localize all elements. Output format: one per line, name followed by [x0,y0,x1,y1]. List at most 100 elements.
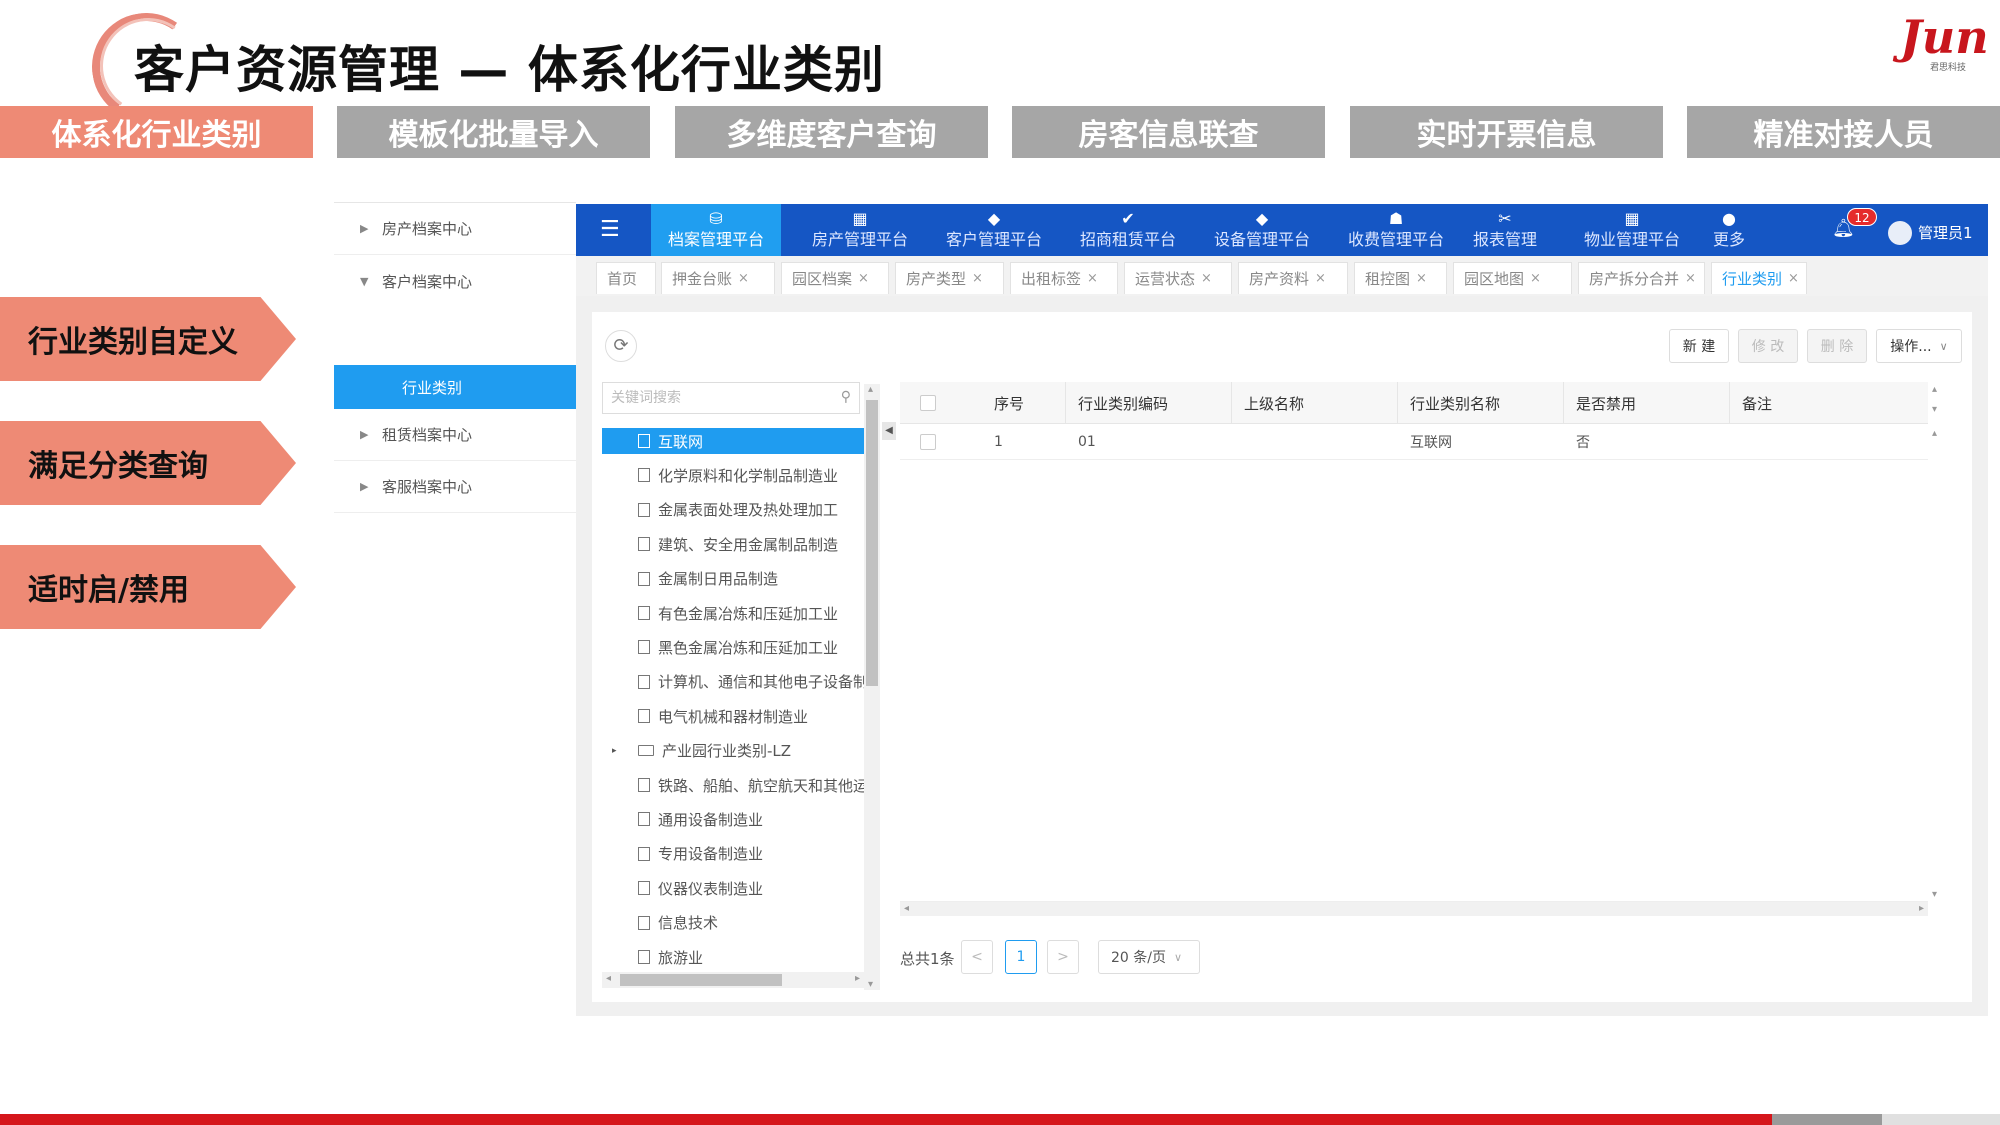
scroll-right-icon[interactable]: ▸ [1919,903,1924,914]
new-button[interactable]: 新 建 [1669,329,1729,363]
nav-item-9[interactable]: ● 更多 [1706,204,1752,256]
close-icon[interactable]: × [1315,271,1326,286]
nav-item-4[interactable]: ✔ 招商租赁平台 [1068,204,1188,256]
tree-scroll-thumb[interactable] [866,400,878,686]
page-size-select[interactable]: 20 条/页 ∨ [1098,940,1200,974]
nav-item-6[interactable]: ☗ 收费管理平台 [1336,204,1456,256]
operations-dropdown[interactable]: 操作... ∨ [1876,329,1962,363]
close-icon[interactable]: × [1788,271,1799,286]
column-header[interactable]: 行业类别名称 [1398,382,1564,424]
tree-node-label: 计算机、通信和其他电子设备制造业 [658,673,864,692]
avatar[interactable] [1888,221,1912,245]
nav-item-label: 物业管理平台 [1583,230,1680,249]
nav-item-1[interactable]: ⛁ 档案管理平台 [651,204,781,256]
scroll-left-icon[interactable]: ◂ [904,903,909,914]
scroll-down-icon[interactable]: ▾ [868,979,873,990]
column-header[interactable]: 上级名称 [1232,382,1398,424]
delete-button[interactable]: 删 除 [1807,329,1867,363]
collapse-tree-icon[interactable]: ◀ [882,422,896,440]
scroll-right-icon[interactable]: ▸ [855,973,860,984]
tree-node[interactable]: 化学原料和化学制品制造业 [602,462,864,488]
close-icon[interactable]: × [972,271,983,286]
company-logo: Jun [1900,10,1989,64]
tree-horizontal-scroll-thumb[interactable] [620,974,782,986]
sidebar-item-industry-category[interactable]: 行业类别 [334,365,576,409]
tree-node[interactable]: 建筑、安全用金属制品制造 [602,531,864,557]
page-tab-2[interactable]: 押金台账 × [661,262,775,294]
tree-node[interactable]: 黑色金属冶炼和压延加工业 [602,634,864,660]
close-icon[interactable]: × [1685,271,1696,286]
column-header[interactable]: 行业类别编码 [1066,382,1232,424]
close-icon[interactable]: × [1416,271,1427,286]
tree-node[interactable]: 金属表面处理及热处理加工 [602,497,864,523]
file-icon [638,434,650,448]
select-all-checkbox[interactable] [920,395,936,411]
scroll-up-icon[interactable]: ▴ [1932,428,1937,439]
page-tab-10[interactable]: 房产拆分合并 × [1578,262,1705,294]
tree-search-input[interactable] [611,383,831,413]
feature-point-2: 满足分类查询 [0,421,296,505]
check-icon: ✔ [1121,209,1135,228]
tree-node[interactable]: 互联网 [602,428,864,454]
tree-node[interactable]: 铁路、船舶、航空航天和其他运输设备制造业 [602,772,864,798]
page-tab-6[interactable]: 运营状态 × [1124,262,1232,294]
tree-node[interactable]: 通用设备制造业 [602,806,864,832]
close-icon[interactable]: × [738,271,749,286]
scroll-down-icon[interactable]: ▾ [1932,889,1937,900]
page-tab-3[interactable]: 园区档案 × [781,262,889,294]
grid-horizontal-scrollbar[interactable]: ◂ ▸ [900,902,1928,916]
column-header[interactable]: 是否禁用 [1564,382,1730,424]
row-checkbox[interactable] [920,434,936,450]
page-tab-9[interactable]: 园区地图 × [1453,262,1572,294]
tree-node[interactable]: 电气机械和器材制造业 [602,703,864,729]
scroll-down-icon[interactable]: ▾ [1932,404,1937,415]
sidebar-section-property[interactable]: ▶ 房产档案中心 [334,203,576,255]
tree-node[interactable]: 旅游业 [602,944,864,970]
row-select-cell [900,424,966,460]
grid-vertical-scrollbar[interactable]: ▴ ▾ ▴ ▾ [1930,382,1944,902]
refresh-button[interactable]: ⟳ [605,330,637,362]
next-page-button[interactable]: > [1047,940,1079,974]
tree-node[interactable]: 计算机、通信和其他电子设备制造业 [602,669,864,695]
menu-toggle-icon[interactable]: ☰ [600,218,624,242]
page-tab-5[interactable]: 出租标签 × [1010,262,1118,294]
close-icon[interactable]: × [1087,271,1098,286]
scroll-left-icon[interactable]: ◂ [606,973,611,984]
page-1-button[interactable]: 1 [1005,940,1037,974]
edit-button[interactable]: 修 改 [1738,329,1798,363]
tree-node[interactable]: 信息技术 [602,910,864,936]
column-header[interactable]: 序号 [966,382,1066,424]
scroll-up-icon[interactable]: ▴ [1932,384,1937,395]
page-tab-4[interactable]: 房产类型 × [895,262,1004,294]
tree-node-label: 电气机械和器材制造业 [658,707,809,726]
page-tab-11[interactable]: 行业类别 × [1711,262,1807,294]
tree-node[interactable]: 仪器仪表制造业 [602,875,864,901]
nav-item-5[interactable]: ◆ 设备管理平台 [1202,204,1322,256]
page-tab-1[interactable]: 首页 [596,262,656,294]
nav-item-3[interactable]: ◆ 客户管理平台 [934,204,1054,256]
scroll-up-icon[interactable]: ▴ [868,384,873,395]
page-tab-8[interactable]: 租控图 × [1354,262,1447,294]
sidebar-section-service[interactable]: ▶ 客服档案中心 [334,461,576,513]
page-tab-label: 行业类别 [1722,270,1783,288]
table-row[interactable]: 1 01 互联网 否 [900,424,1928,460]
close-icon[interactable]: × [858,271,869,286]
tree-node[interactable]: 专用设备制造业 [602,841,864,867]
user-name[interactable]: 管理员1 [1918,221,1973,245]
tree-node[interactable]: 金属制日用品制造 [602,566,864,592]
nav-item-8[interactable]: ▦ 物业管理平台 [1572,204,1692,256]
column-header[interactable]: 备注 [1730,382,1928,424]
tree-node[interactable]: 有色金属冶炼和压延加工业 [602,600,864,626]
prev-page-button[interactable]: < [961,940,993,974]
expand-icon[interactable]: ▸ [612,746,617,756]
close-icon[interactable]: × [1530,271,1541,286]
nav-item-label: 档案管理平台 [667,230,764,249]
page-tab-7[interactable]: 房产资料 × [1238,262,1348,294]
nav-item-2[interactable]: ▦ 房产管理平台 [800,204,920,256]
tree-node[interactable]: ▸ 产业园行业类别-LZ [602,738,864,764]
nav-item-7[interactable]: ✂ 报表管理 [1470,204,1540,256]
search-icon[interactable]: ⚲ [841,389,851,405]
sidebar-section-customer[interactable]: ▼ 客户档案中心 [334,255,576,307]
close-icon[interactable]: × [1201,271,1212,286]
sidebar-section-lease[interactable]: ▶ 租赁档案中心 [334,409,576,461]
